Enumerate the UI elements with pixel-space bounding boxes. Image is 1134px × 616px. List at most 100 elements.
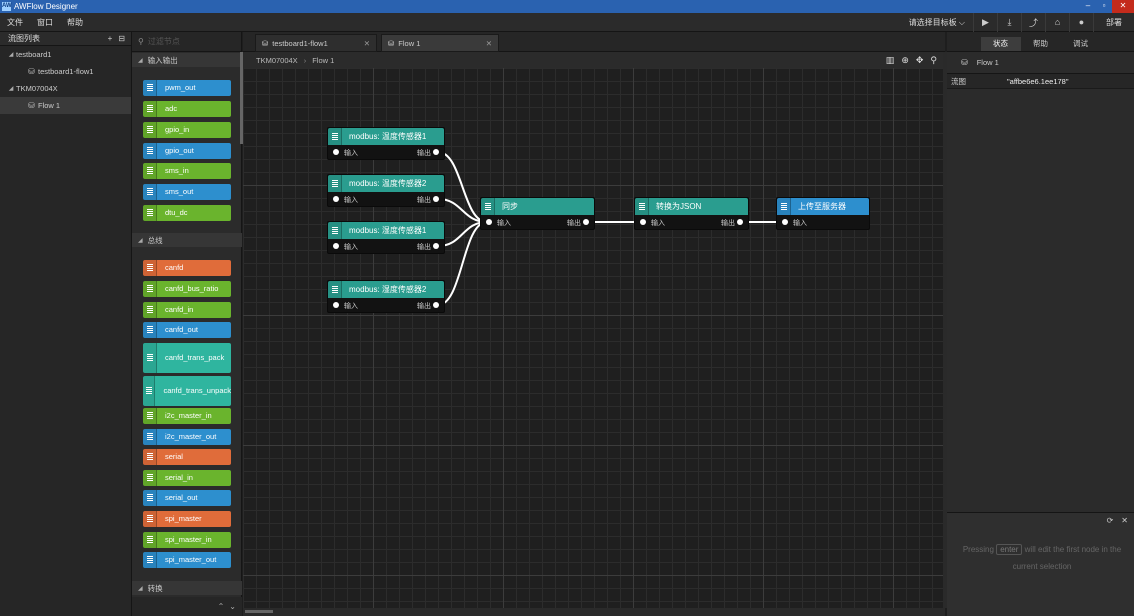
flow-node-n5[interactable]: 同步 输入 输出 (480, 197, 595, 230)
tree-item-testboard1-flow1[interactable]: ⛁ testboard1-flow1 (0, 63, 131, 80)
zoom-in-icon[interactable]: ⊕ (901, 55, 909, 66)
breadcrumb-flow: Flow 1 (312, 55, 335, 65)
palette-node-i2c-master-out[interactable]: i2c_master_out (143, 429, 231, 445)
wire-n4-n5[interactable] (437, 221, 488, 306)
tab-help[interactable]: 帮助 (1021, 37, 1061, 51)
grid-toggle-icon[interactable]: ▥ (886, 55, 895, 66)
run-icon[interactable]: ▶ (973, 12, 997, 32)
node-header[interactable]: modbus: 湿度传感器2 (328, 281, 444, 298)
search-icon: ⚲ (138, 37, 144, 46)
palette-node-spi-master-in[interactable]: spi_master_in (143, 532, 231, 548)
import-icon[interactable]: ⤓ (997, 12, 1021, 32)
palette-node-label: canfd_trans_pack (165, 352, 225, 362)
search-icon[interactable]: ⚲ (930, 55, 937, 66)
library-icon[interactable]: ⌂ (1045, 12, 1069, 32)
palette-node-canfd[interactable]: canfd (143, 260, 231, 276)
output-label: 输出 (567, 220, 581, 227)
breadcrumb-board[interactable]: TKM07004X (256, 56, 298, 65)
output-port[interactable] (433, 243, 439, 249)
palette-node-i2c-master-in[interactable]: i2c_master_in (143, 408, 231, 424)
refresh-icon[interactable]: ⟳ (1107, 516, 1114, 525)
node-header[interactable]: modbus: 湿度传感器1 (328, 222, 444, 239)
info-property-row: 流图 "affbe6e6.1ee178" (947, 74, 1134, 89)
menu-window[interactable]: 窗口 (30, 17, 60, 28)
palette-node-canfd-out[interactable]: canfd_out (143, 322, 231, 338)
tab-status[interactable]: 状态 (980, 37, 1021, 51)
palette-node-serial-in[interactable]: serial_in (143, 470, 231, 486)
menu-file[interactable]: 文件 (0, 17, 30, 28)
palette-node-spi-master-out[interactable]: spi_master_out (143, 552, 231, 568)
node-header[interactable]: modbus: 温度传感器2 (328, 175, 444, 192)
canvas-horizontal-scrollbar[interactable] (243, 608, 945, 616)
add-icon[interactable]: + (108, 34, 113, 43)
output-port[interactable] (737, 219, 743, 225)
tab-flow-1[interactable]: ⛁ Flow 1 ✕ (381, 34, 499, 52)
info-flow-row[interactable]: ⛁ Flow 1 (947, 52, 1134, 74)
palette-node-label: pwm_out (165, 82, 196, 92)
flow-node-n3[interactable]: modbus: 湿度传感器1 输入 输出 (327, 221, 445, 254)
output-port[interactable] (433, 149, 439, 155)
palette-category-io[interactable]: ◢ 输入输出 (132, 53, 242, 67)
palette-node-pwm-out[interactable]: pwm_out (143, 80, 231, 96)
palette-search[interactable]: ⚲ 过滤节点 (132, 32, 241, 52)
palette-node-dtu-dc[interactable]: dtu_dc (143, 205, 231, 221)
export-icon[interactable]: ⤴ (1021, 12, 1045, 32)
tab-debug[interactable]: 调试 (1061, 37, 1101, 51)
collapse-arrow-icon: ◢ (138, 585, 143, 592)
palette-node-sms-in[interactable]: sms_in (143, 163, 231, 179)
node-header[interactable]: 转换为JSON (635, 198, 748, 215)
node-header[interactable]: 同步 (481, 198, 594, 215)
maximize-icon[interactable]: ▫ (1096, 0, 1112, 13)
palette-node-canfd-trans-unpack[interactable]: canfd_trans_unpack (143, 376, 231, 406)
node-type-icon (143, 143, 157, 159)
output-port[interactable] (583, 219, 589, 225)
node-type-icon (328, 281, 342, 298)
close-tab-icon[interactable]: ✕ (486, 39, 492, 48)
flow-node-n2[interactable]: modbus: 温度传感器2 输入 输出 (327, 174, 445, 207)
menu-help[interactable]: 帮助 (60, 17, 90, 28)
input-label: 输入 (344, 150, 358, 157)
palette-search-input[interactable]: 过滤节点 (148, 36, 180, 47)
node-header[interactable]: 上传至服务器 (777, 198, 869, 215)
target-board-select[interactable]: 请选择目标板 ⌵ (901, 17, 973, 28)
flow-node-n1[interactable]: modbus: 温度传感器1 输入 输出 (327, 127, 445, 160)
palette-category-bus[interactable]: ◢ 总线 (132, 233, 242, 247)
expand-down-icon[interactable]: ⌄ (229, 602, 236, 611)
flow-node-n4[interactable]: modbus: 湿度传感器2 输入 输出 (327, 280, 445, 313)
deploy-button[interactable]: 部署 (1093, 12, 1134, 32)
output-port[interactable] (433, 196, 439, 202)
output-port[interactable] (433, 302, 439, 308)
flow-canvas[interactable]: modbus: 温度传感器1 输入 输出 modbus: 温度传感器2 输入 输出 modb… (243, 68, 943, 608)
tips-panel: ⟳ ✕ Pressing enter will edit the first n… (947, 512, 1134, 616)
tree-item-testboard1[interactable]: ◢ testboard1 (0, 46, 131, 63)
close-tab-icon[interactable]: ✕ (364, 39, 370, 48)
collapse-all-icon[interactable]: ⊟ (118, 34, 125, 43)
fit-view-icon[interactable]: ✥ (916, 55, 924, 66)
tree-item-flow-1[interactable]: ⛁ Flow 1 (0, 97, 131, 114)
palette-node-gpio-in[interactable]: gpio_in (143, 122, 231, 138)
close-icon[interactable]: ✕ (1121, 516, 1128, 525)
node-header[interactable]: modbus: 温度传感器1 (328, 128, 444, 145)
tab-testboard1-flow1[interactable]: ⛁ testboard1-flow1 ✕ (255, 34, 377, 52)
scroll-thumb[interactable] (245, 610, 273, 613)
tree-item-tkm07004x[interactable]: ◢ TKM07004X (0, 80, 131, 97)
palette-node-spi-master[interactable]: spi_master (143, 511, 231, 527)
preview-eye-icon[interactable]: ● (1069, 12, 1093, 32)
flow-node-n6[interactable]: 转换为JSON 输入 输出 (634, 197, 749, 230)
palette-node-canfd-in[interactable]: canfd_in (143, 302, 231, 318)
close-icon[interactable]: ✕ (1112, 0, 1134, 13)
palette-node-canfd-trans-pack[interactable]: canfd_trans_pack (143, 343, 231, 373)
palette-category-convert[interactable]: ◢ 转换 (132, 581, 242, 595)
collapse-up-icon[interactable]: ⌃ (218, 602, 225, 611)
node-type-icon (143, 429, 157, 445)
palette-node-sms-out[interactable]: sms_out (143, 184, 231, 200)
flow-node-n7[interactable]: 上传至服务器 输入 (776, 197, 870, 230)
palette-node-serial[interactable]: serial (143, 449, 231, 465)
collapse-arrow-icon: ◢ (138, 237, 143, 244)
minimize-icon[interactable]: – (1080, 0, 1096, 13)
palette-node-serial-out[interactable]: serial_out (143, 490, 231, 506)
palette-node-gpio-out[interactable]: gpio_out (143, 143, 231, 159)
palette-node-canfd-bus-ratio[interactable]: canfd_bus_ratio (143, 281, 231, 297)
palette-node-adc[interactable]: adc (143, 101, 231, 117)
window-title: AWFlow Designer (14, 2, 78, 11)
